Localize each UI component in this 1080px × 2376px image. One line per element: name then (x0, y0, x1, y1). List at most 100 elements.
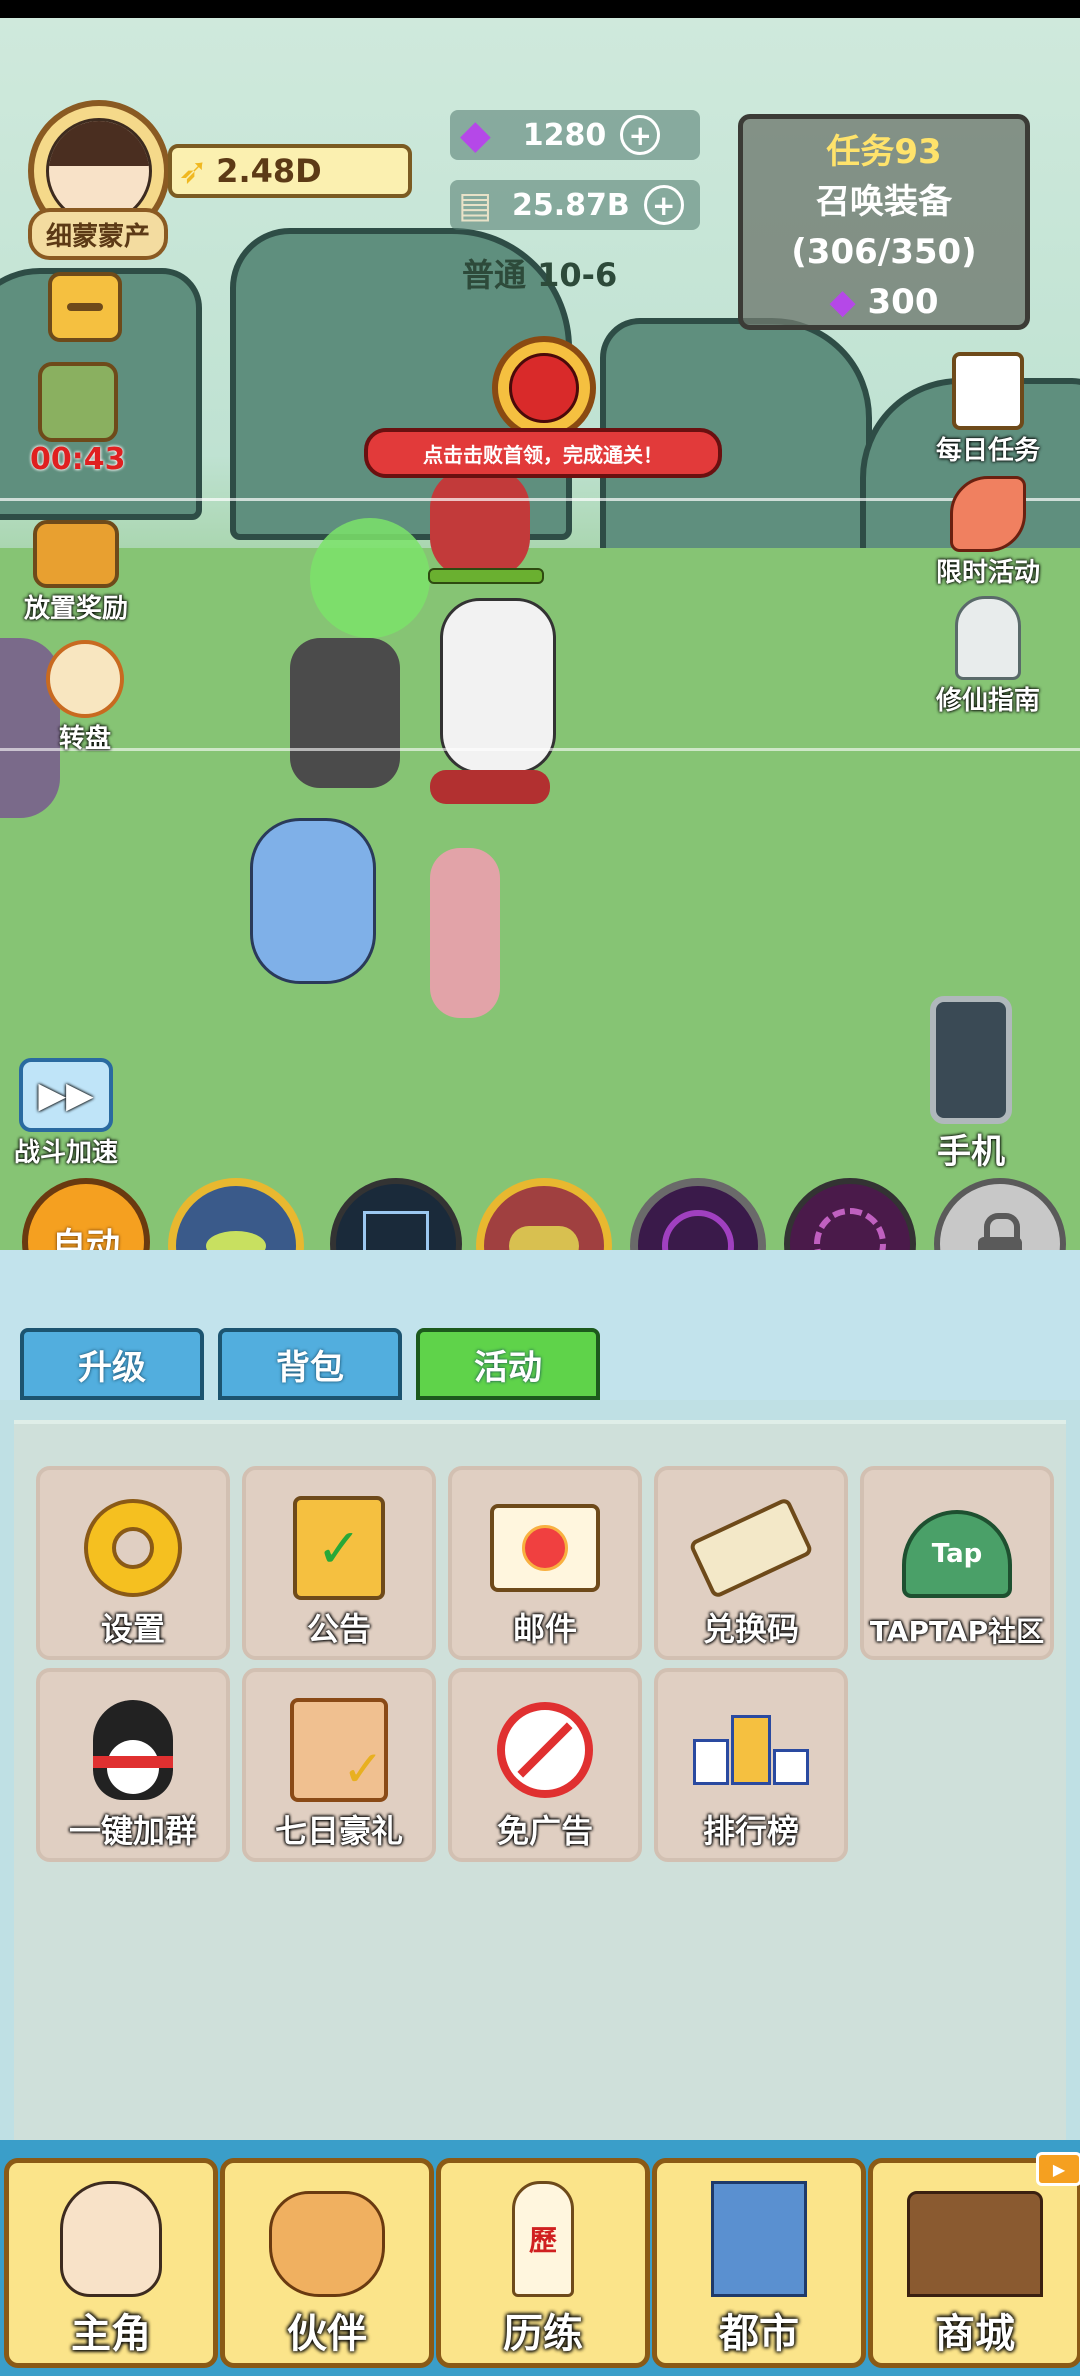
boss-health-bar (428, 568, 544, 584)
tab-activity[interactable]: 活动 (416, 1328, 600, 1400)
building-icon (711, 2181, 807, 2297)
tab-upgrade[interactable]: 升级 (20, 1328, 204, 1400)
buff-icon (37, 362, 118, 442)
video-ad-icon[interactable]: ▶ (1036, 2152, 1080, 2186)
no-ads-label: 免广告 (496, 1812, 593, 1850)
gold-icon: ➶ (178, 150, 209, 192)
gear-icon (78, 1498, 188, 1598)
join-group-label: 一键加群 (68, 1812, 197, 1850)
immortal-guide-icon (955, 596, 1021, 680)
daily-task-button[interactable]: 每日任务 (936, 352, 1040, 467)
limited-event-button[interactable]: 限时活动 (936, 476, 1040, 589)
shop-stall-icon (907, 2191, 1043, 2297)
nav-city[interactable]: 都市 (652, 2158, 866, 2368)
nav-city-label: 都市 (719, 2311, 799, 2357)
gem-resource: ◆ 1280 + (450, 110, 700, 160)
ally-squid (430, 848, 500, 1018)
gem-icon: ◆ (829, 282, 856, 322)
mail-button[interactable]: 邮件 (448, 1466, 642, 1660)
redeem-code-button[interactable]: 兑换码 (654, 1466, 848, 1660)
nav-training-label: 历练 (503, 2311, 583, 2357)
nav-shop-label: 商城 (935, 2311, 1015, 2357)
announcement-label: 公告 (306, 1610, 371, 1648)
cat-icon (269, 2191, 385, 2297)
add-cash-button[interactable]: + (643, 185, 684, 225)
guide-label: 修仙指南 (936, 686, 1041, 716)
training-token-icon: 歷 (512, 2181, 574, 2297)
taptap-community-button[interactable]: Tap TAPTAP社区 (860, 1466, 1054, 1660)
redeem-code-label: 兑换码 (702, 1610, 799, 1648)
taptap-community-label: TAPTAP社区 (869, 1615, 1045, 1648)
nav-protagonist[interactable]: 主角 (4, 2158, 218, 2368)
no-ads-button[interactable]: 免广告 (448, 1668, 642, 1862)
buff-timer: 00:43 (30, 442, 126, 477)
nav-partner-label: 伙伴 (287, 2311, 367, 2357)
gold-amount: 2.48D (216, 152, 322, 190)
phone-button[interactable]: 手机 (930, 996, 1012, 1173)
ticket-icon (688, 1496, 814, 1600)
taptap-mountain-icon: Tap (902, 1504, 1012, 1604)
gold-display[interactable]: ➶ 2.48D (168, 144, 412, 198)
clipboard-check-icon: ✓ (284, 1496, 394, 1600)
protagonist-icon (60, 2181, 162, 2297)
nav-shop[interactable]: 商城 (868, 2158, 1080, 2368)
buff-timer-button[interactable]: 00:43 (30, 362, 126, 477)
treasure-chest-icon (33, 520, 119, 588)
status-bar (0, 0, 1080, 18)
battle-speed-button[interactable]: ▶▶ 战斗加速 (14, 1058, 118, 1169)
mail-label: 邮件 (512, 1610, 577, 1648)
task-panel[interactable]: 任务93 召唤装备 (306/350) ◆ 300 (738, 114, 1030, 330)
settings-button[interactable]: 设置 (36, 1466, 230, 1660)
checklist-icon (952, 352, 1024, 430)
fast-forward-icon: ▶▶ (19, 1058, 113, 1132)
daily-task-label: 每日任务 (936, 436, 1041, 466)
ally-old-man (290, 638, 400, 788)
nav-protagonist-label: 主角 (71, 2311, 151, 2357)
settings-label: 设置 (100, 1610, 165, 1648)
nav-partner[interactable]: 伙伴 (220, 2158, 434, 2368)
task-reward: 300 (867, 282, 939, 322)
enemy-boss-warrior[interactable] (430, 468, 530, 578)
ally-green-hair (310, 518, 430, 638)
task-title: 任务93 (826, 132, 942, 172)
add-gems-button[interactable]: + (620, 115, 661, 155)
guide-button[interactable]: 修仙指南 (936, 596, 1040, 717)
gem-icon: ◆ (460, 112, 491, 158)
announcement-button[interactable]: ✓ 公告 (242, 1466, 436, 1660)
collapse-button[interactable] (48, 272, 122, 342)
speed-line (0, 498, 1080, 501)
penguin-icon (78, 1700, 188, 1800)
join-group-button[interactable]: 一键加群 (36, 1668, 230, 1862)
no-ads-icon (490, 1700, 600, 1800)
party-popper-icon (950, 476, 1026, 552)
leaderboard-button[interactable]: 排行榜 (654, 1668, 848, 1862)
wheel-label: 转盘 (58, 724, 111, 754)
limited-event-label: 限时活动 (936, 558, 1041, 588)
seven-day-gift-button[interactable]: ✓ 七日豪礼 (242, 1668, 436, 1862)
seven-day-gift-label: 七日豪礼 (274, 1812, 403, 1850)
cash-resource: ▤ 25.87B + (450, 180, 700, 230)
wheel-button[interactable]: 转盘 (46, 640, 124, 755)
boss-tip-banner[interactable]: 点击击败首领，完成通关！ (364, 428, 722, 478)
mail-icon (490, 1498, 600, 1598)
task-progress: (306/350) (791, 232, 977, 272)
gem-amount: 1280 (522, 117, 607, 153)
stage-label: 普通 10-6 (462, 256, 618, 294)
leaderboard-label: 排行榜 (702, 1812, 799, 1850)
bottle-mount (430, 770, 550, 804)
nav-training[interactable]: 歷 历练 (436, 2158, 650, 2368)
idle-reward-label: 放置奖励 (24, 594, 129, 624)
tab-backpack[interactable]: 背包 (218, 1328, 402, 1400)
idle-reward-button[interactable]: 放置奖励 (24, 520, 128, 625)
wheel-icon (46, 640, 124, 718)
minus-icon (67, 303, 103, 311)
cash-icon: ▤ (458, 184, 493, 226)
boss-challenge-button[interactable] (492, 336, 596, 440)
ally-blue-cat (250, 818, 376, 984)
phone-icon (930, 996, 1012, 1124)
speed-line (0, 748, 1080, 751)
player-nickname[interactable]: 细蒙蒙产 (28, 208, 168, 260)
battle-speed-label: 战斗加速 (14, 1138, 119, 1168)
demon-icon (509, 353, 579, 423)
phone-label: 手机 (937, 1132, 1005, 1172)
